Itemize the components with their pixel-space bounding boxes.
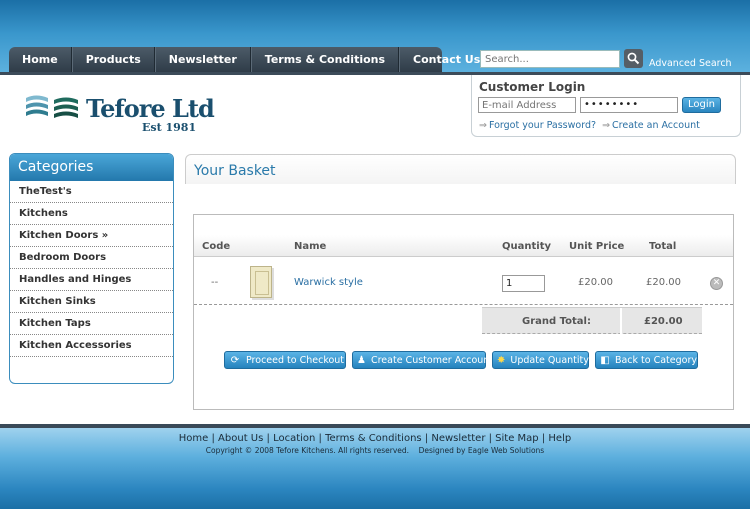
- col-code: Code: [202, 241, 231, 252]
- advanced-search-link[interactable]: Advanced Search: [649, 58, 732, 69]
- proceed-checkout-button[interactable]: ⟳ Proceed to Checkout: [224, 351, 346, 369]
- search-button[interactable]: [624, 49, 643, 68]
- footer-link-about[interactable]: About Us: [218, 433, 263, 444]
- logo-mark-icon: [26, 95, 78, 118]
- footer-link-terms[interactable]: Terms & Conditions: [325, 433, 422, 444]
- category-item[interactable]: Kitchen Sinks: [10, 291, 173, 313]
- main-nav: Home Products Newsletter Terms & Conditi…: [9, 47, 480, 72]
- create-account-button[interactable]: ♟ Create Customer Account: [352, 351, 493, 369]
- create-account-link[interactable]: Create an Account: [612, 120, 700, 131]
- arrow-icon: ⇒: [602, 120, 611, 131]
- footer-link-help[interactable]: Help: [548, 433, 571, 444]
- nav-terms[interactable]: Terms & Conditions: [250, 47, 400, 72]
- col-quantity: Quantity: [502, 241, 551, 252]
- credit-text: Designed by Eagle Web Solutions: [418, 446, 545, 455]
- user-icon: ♟: [357, 354, 366, 366]
- divider: [620, 308, 622, 335]
- table-row: -- Warwick style £20.00 £20.00 ✕: [194, 257, 733, 305]
- category-item[interactable]: TheTest's: [10, 181, 173, 203]
- back-icon: ◧: [600, 354, 610, 366]
- nav-products[interactable]: Products: [71, 47, 155, 72]
- footer-link-sitemap[interactable]: Site Map: [495, 433, 538, 444]
- remove-item-button[interactable]: ✕: [710, 277, 723, 290]
- category-item[interactable]: Kitchens: [10, 203, 173, 225]
- item-total: £20.00: [646, 277, 681, 288]
- grand-total-label: Grand Total:: [522, 316, 591, 327]
- email-field[interactable]: [478, 97, 576, 113]
- item-unit-price: £20.00: [578, 277, 613, 288]
- search-icon: [627, 52, 640, 65]
- logo-est: Est 1981: [142, 121, 197, 134]
- basket-panel: Code Name Quantity Unit Price Total -- W…: [193, 214, 734, 410]
- login-title: Customer Login: [479, 80, 586, 94]
- nav-newsletter[interactable]: Newsletter: [154, 47, 251, 72]
- customer-login-panel: Customer Login •••••••• Login ⇒Forgot yo…: [471, 75, 741, 137]
- forgot-password-link[interactable]: Forgot your Password?: [489, 120, 596, 131]
- footer-link-home[interactable]: Home: [179, 433, 209, 444]
- button-label: Create Customer Account: [370, 354, 494, 366]
- close-icon: ✕: [712, 278, 721, 288]
- button-label: Update Quantity: [510, 354, 589, 366]
- footer-link-location[interactable]: Location: [273, 433, 315, 444]
- item-code: --: [211, 277, 219, 288]
- copyright-text: Copyright © 2008 Tefore Kitchens. All ri…: [205, 446, 410, 455]
- grand-total-value: £20.00: [644, 316, 683, 327]
- footer-link-newsletter[interactable]: Newsletter: [431, 433, 485, 444]
- logo[interactable]: Tefore Ltd Est 1981: [24, 92, 215, 136]
- col-total: Total: [649, 241, 677, 252]
- page-title: Your Basket: [194, 163, 276, 179]
- search-input[interactable]: [480, 50, 620, 68]
- logo-name: Tefore Ltd: [86, 94, 215, 123]
- login-button[interactable]: Login: [682, 97, 721, 113]
- quantity-input[interactable]: [502, 275, 545, 292]
- password-field[interactable]: ••••••••: [580, 97, 678, 113]
- button-label: Proceed to Checkout: [246, 354, 345, 366]
- footer-links: Home | About Us | Location | Terms & Con…: [178, 433, 572, 444]
- table-header: Code Name Quantity Unit Price Total: [194, 235, 733, 257]
- back-to-category-button[interactable]: ◧ Back to Category: [595, 351, 698, 369]
- categories-title: Categories: [10, 154, 173, 181]
- grand-total-row: Grand Total: £20.00: [482, 307, 702, 335]
- item-name-link[interactable]: Warwick style: [294, 277, 363, 288]
- col-name: Name: [294, 241, 327, 252]
- product-thumbnail[interactable]: [250, 266, 272, 298]
- category-item[interactable]: Handles and Hinges: [10, 269, 173, 291]
- refresh-icon: ⟳: [230, 354, 240, 366]
- category-item[interactable]: Kitchen Accessories: [10, 335, 173, 357]
- col-unit-price: Unit Price: [569, 241, 625, 252]
- update-quantity-button[interactable]: ✸ Update Quantity: [492, 351, 589, 369]
- categories-panel: Categories TheTest's Kitchens Kitchen Do…: [9, 153, 174, 384]
- footer: Home | About Us | Location | Terms & Con…: [0, 428, 750, 509]
- category-item[interactable]: Kitchen Doors »: [10, 225, 173, 247]
- star-icon: ✸: [497, 354, 506, 366]
- arrow-icon: ⇒: [479, 120, 487, 131]
- category-item[interactable]: Bedroom Doors: [10, 247, 173, 269]
- login-links: ⇒ Forgot your Password? ⇒ Create an Accoun…: [479, 120, 700, 131]
- nav-home[interactable]: Home: [9, 47, 72, 72]
- footer-copyright: Copyright © 2008 Tefore Kitchens. All ri…: [0, 446, 750, 455]
- basket-header: Your Basket: [185, 154, 736, 184]
- button-label: Back to Category: [614, 354, 697, 366]
- category-item[interactable]: Kitchen Taps: [10, 313, 173, 335]
